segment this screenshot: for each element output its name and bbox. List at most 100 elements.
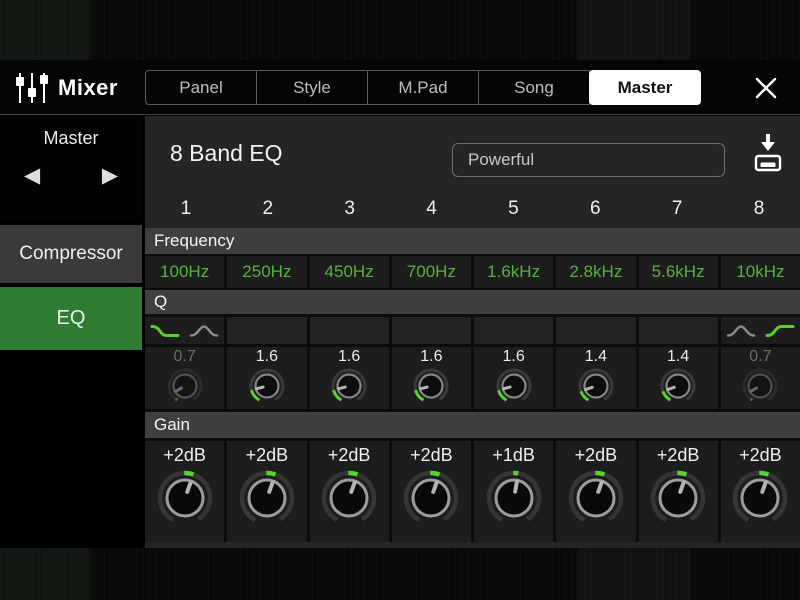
q-knob-band8[interactable]: 0.7 (721, 347, 800, 409)
q-knob (165, 366, 205, 406)
band-number: 1 (145, 190, 227, 228)
frequency-value[interactable]: 2.8kHz (556, 256, 635, 288)
gain-value: +2dB (328, 444, 371, 466)
page-title: Mixer (58, 60, 118, 115)
eq-panel: 8 Band EQ Powerful 1 2 3 4 5 6 7 8 (145, 116, 800, 548)
tab-song[interactable]: Song (478, 70, 590, 105)
q-knob-band4[interactable]: 1.6 (392, 347, 471, 409)
gain-row: +2dB +2dB (145, 441, 800, 542)
q-knob-band6[interactable]: 1.4 (556, 347, 635, 409)
band-number: 7 (636, 190, 718, 228)
frequency-row-label: Frequency (145, 228, 800, 254)
q-knob-band5[interactable]: 1.6 (474, 347, 553, 409)
gain-knob-band8[interactable]: +2dB (721, 441, 800, 542)
gain-knob (317, 466, 381, 530)
gain-knob (235, 466, 299, 530)
gain-knob-band2[interactable]: +2dB (227, 441, 306, 542)
filter-type-row (145, 317, 800, 344)
tab-master[interactable]: Master (589, 70, 701, 105)
tab-bar: Panel Style M.Pad Song Master (145, 70, 701, 105)
q-value: 1.6 (338, 348, 360, 366)
gain-knob (646, 466, 710, 530)
filter-type-band1[interactable] (145, 317, 224, 344)
tab-style[interactable]: Style (256, 70, 368, 105)
gain-value: +2dB (739, 444, 782, 466)
q-knob (247, 366, 287, 406)
gain-knob (153, 466, 217, 530)
eq-title: 8 Band EQ (170, 116, 283, 190)
q-value: 1.6 (256, 348, 278, 366)
tab-mpad[interactable]: M.Pad (367, 70, 479, 105)
gain-value: +2dB (657, 444, 700, 466)
frequency-value[interactable]: 5.6kHz (639, 256, 718, 288)
band-number: 6 (554, 190, 636, 228)
q-value: 1.4 (667, 348, 689, 366)
gain-knob-band5[interactable]: +1dB (474, 441, 553, 542)
frequency-value[interactable]: 700Hz (392, 256, 471, 288)
band-number: 8 (718, 190, 800, 228)
q-value: 1.6 (420, 348, 442, 366)
instrument-bezel: Mixer Panel Style M.Pad Song Master Mast… (0, 0, 800, 600)
q-knob-band1[interactable]: 0.7 (145, 347, 224, 409)
gain-knob (482, 466, 546, 530)
frequency-value[interactable]: 250Hz (227, 256, 306, 288)
save-button[interactable] (750, 132, 786, 183)
gain-knob-band3[interactable]: +2dB (310, 441, 389, 542)
sidebar: Master ◀ ▶ Compressor EQ (0, 116, 142, 548)
peak-icon (189, 323, 219, 339)
prev-arrow-button[interactable]: ◀ (24, 163, 40, 188)
low-shelf-icon (150, 323, 180, 339)
gain-value: +2dB (246, 444, 289, 466)
frequency-value[interactable]: 450Hz (310, 256, 389, 288)
gain-knob (728, 466, 792, 530)
part-selector: Master ◀ ▶ (0, 116, 142, 222)
mixer-screen: Mixer Panel Style M.Pad Song Master Mast… (0, 60, 800, 548)
close-button[interactable] (746, 73, 786, 103)
q-knob (658, 366, 698, 406)
band-number: 4 (391, 190, 473, 228)
top-bar: Mixer Panel Style M.Pad Song Master (0, 60, 800, 115)
band-number-row: 1 2 3 4 5 6 7 8 (145, 190, 800, 228)
gain-value: +2dB (163, 444, 206, 466)
frequency-value[interactable]: 1.6kHz (474, 256, 553, 288)
q-value: 0.7 (174, 348, 196, 366)
q-knob (740, 366, 780, 406)
frequency-row: 100Hz 250Hz 450Hz 700Hz 1.6kHz 2.8kHz 5.… (145, 256, 800, 288)
q-knob (329, 366, 369, 406)
q-row: 0.7 1.6 (145, 347, 800, 409)
gain-knob (564, 466, 628, 530)
frequency-value[interactable]: 100Hz (145, 256, 224, 288)
sidebar-item-eq[interactable]: EQ (0, 287, 142, 350)
next-arrow-button[interactable]: ▶ (102, 163, 118, 188)
part-selector-label: Master (0, 128, 142, 149)
q-value: 0.7 (749, 348, 771, 366)
gain-knob-band1[interactable]: +2dB (145, 441, 224, 542)
q-knob (411, 366, 451, 406)
band-number: 2 (227, 190, 309, 228)
q-knob-band3[interactable]: 1.6 (310, 347, 389, 409)
gain-knob-band4[interactable]: +2dB (392, 441, 471, 542)
frequency-value[interactable]: 10kHz (721, 256, 800, 288)
filter-type-band8[interactable] (721, 317, 800, 344)
gain-knob-band6[interactable]: +2dB (556, 441, 635, 542)
q-knob-band2[interactable]: 1.6 (227, 347, 306, 409)
save-icon (750, 132, 786, 178)
gain-value: +1dB (492, 444, 535, 466)
sidebar-item-compressor[interactable]: Compressor (0, 225, 142, 283)
band-number: 3 (309, 190, 391, 228)
close-icon (753, 75, 779, 101)
gain-row-label: Gain (145, 412, 800, 438)
band-number: 5 (473, 190, 555, 228)
high-shelf-icon (765, 323, 795, 339)
mixer-icon (14, 71, 50, 105)
q-knob (494, 366, 534, 406)
q-value: 1.4 (585, 348, 607, 366)
tab-panel[interactable]: Panel (145, 70, 257, 105)
gain-value: +2dB (410, 444, 453, 466)
gain-knob-band7[interactable]: +2dB (639, 441, 718, 542)
gain-knob (399, 466, 463, 530)
q-knob (576, 366, 616, 406)
preset-selector[interactable]: Powerful (452, 143, 725, 177)
q-value: 1.6 (503, 348, 525, 366)
q-knob-band7[interactable]: 1.4 (639, 347, 718, 409)
